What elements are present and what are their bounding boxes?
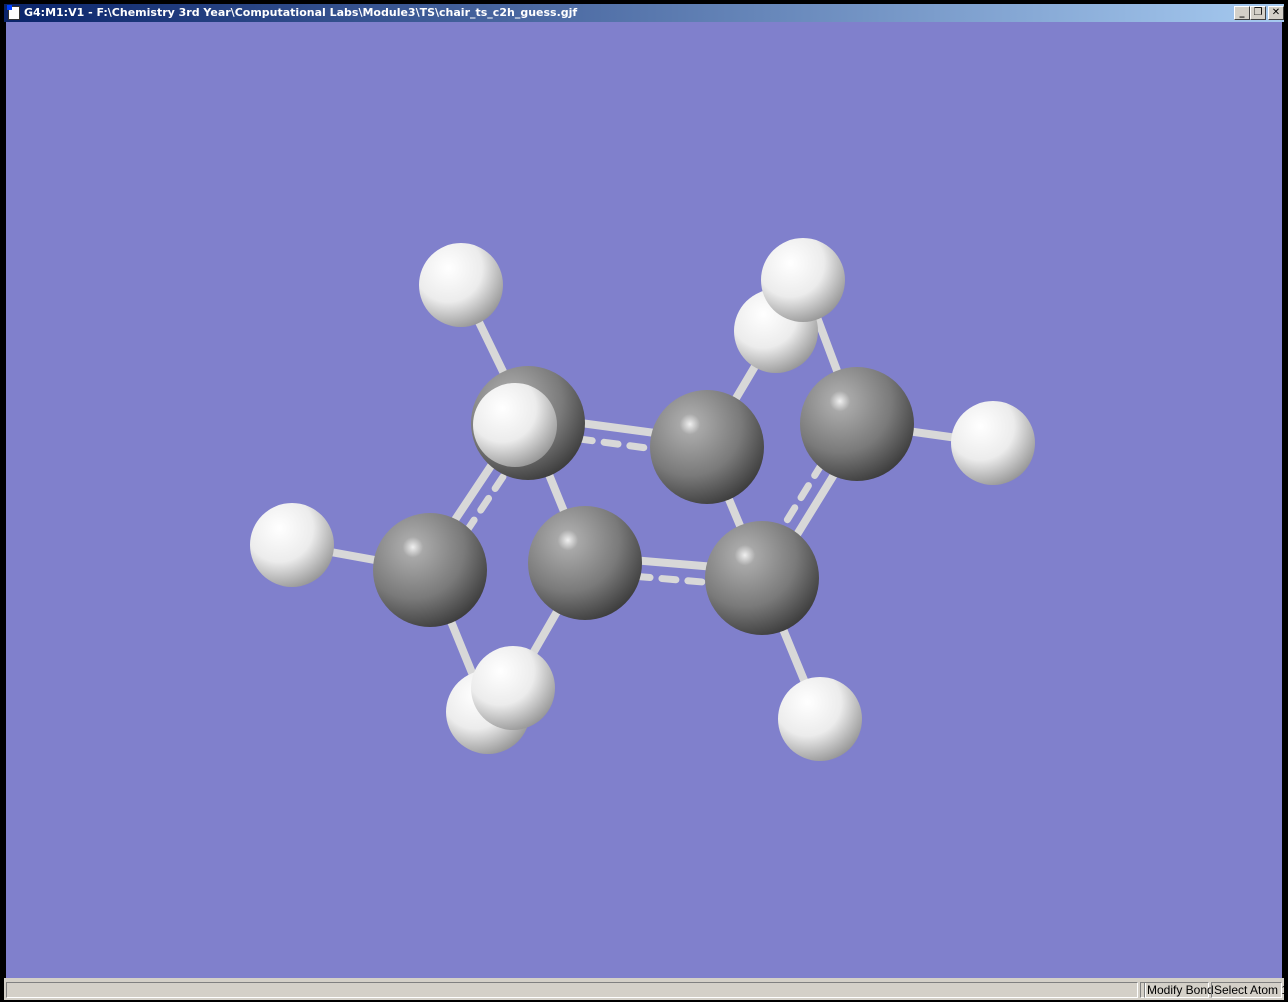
carbon-atom-C5[interactable] [528, 506, 642, 620]
hydrogen-atom-H5[interactable] [250, 503, 334, 587]
close-button[interactable]: ✕ [1268, 6, 1284, 20]
hydrogen-atom-H8[interactable] [471, 646, 555, 730]
minimize-button[interactable]: _ [1234, 6, 1250, 20]
carbon-atom-C4[interactable] [373, 513, 487, 627]
status-mode: Modify Bond [1144, 982, 1214, 998]
status-prompt: Select Atom 1 [1211, 982, 1288, 998]
title-bar[interactable]: G4:M1:V1 - F:\Chemistry 3rd Year\Computa… [4, 4, 1284, 22]
hydrogen-atom-H9[interactable] [778, 677, 862, 761]
molecule-view-canvas[interactable] [6, 22, 1282, 978]
hydrogen-atom-H4[interactable] [951, 401, 1035, 485]
window-title: G4:M1:V1 - F:\Chemistry 3rd Year\Computa… [24, 6, 578, 19]
hydrogen-atom-H1[interactable] [419, 243, 503, 327]
restore-button[interactable]: ❐ [1250, 6, 1266, 20]
app-icon[interactable] [7, 5, 20, 20]
carbon-atom-C2[interactable] [650, 390, 764, 504]
hydrogen-atom-H3[interactable] [761, 238, 845, 322]
hydrogen-atom-H6[interactable] [473, 383, 557, 467]
status-message-field [6, 982, 1138, 998]
molecule-3d-view[interactable] [6, 22, 1282, 978]
carbon-atom-C6[interactable] [705, 521, 819, 635]
carbon-atom-C3[interactable] [800, 367, 914, 481]
status-bar: Modify Bond Select Atom 1 [4, 978, 1288, 1000]
